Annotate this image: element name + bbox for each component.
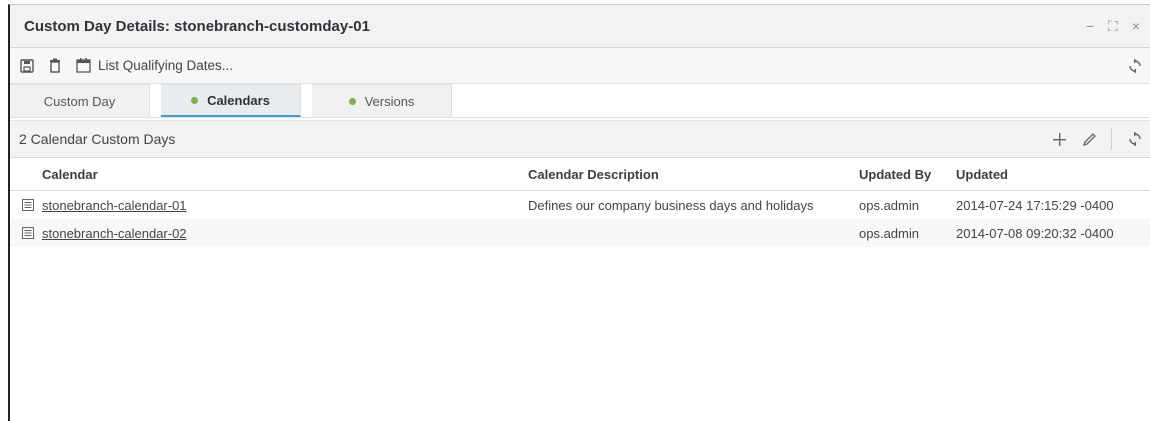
refresh-icon (1129, 58, 1141, 73)
section-title: 2 Calendar Custom Days (19, 131, 176, 147)
calendars-section-header: 2 Calendar Custom Days (10, 120, 1150, 158)
list-qualifying-dates-button[interactable]: List Qualifying Dates... (76, 58, 233, 73)
description-cell: Defines our company business days and ho… (528, 197, 814, 213)
row-icon-cell (10, 191, 42, 220)
header-icon-cell (10, 158, 42, 191)
close-icon[interactable]: × (1132, 18, 1140, 35)
calendars-table: Calendar Calendar Description Updated By… (10, 158, 1150, 247)
list-qualifying-dates-label: List Qualifying Dates... (98, 58, 234, 73)
divider (1111, 128, 1112, 150)
table-header-row: Calendar Calendar Description Updated By… (10, 158, 1150, 191)
tab-custom-day-label: Custom Day (43, 93, 116, 109)
tab-bar: Custom Day Calendars Versions (10, 84, 1150, 118)
table-row[interactable]: stonebranch-calendar-02 ops.admin 2014-0… (10, 219, 1150, 247)
add-button[interactable] (1053, 132, 1066, 146)
trash-icon (50, 58, 60, 73)
delete-button[interactable] (48, 58, 62, 73)
calendar-record-icon (22, 227, 34, 239)
calendar-icon (76, 58, 91, 73)
section-actions (1037, 128, 1150, 150)
edit-button[interactable] (1082, 132, 1097, 147)
calendar-record-icon (22, 199, 34, 211)
save-icon (20, 58, 34, 73)
edit-icon (1082, 132, 1096, 146)
minimize-icon[interactable]: − (1086, 18, 1094, 35)
updated-by-cell: ops.admin (859, 219, 956, 247)
window-title: Custom Day Details: stonebranch-customda… (24, 17, 370, 35)
add-icon (1053, 132, 1066, 146)
header-calendar-description[interactable]: Calendar Description (528, 158, 859, 191)
toolbar: List Qualifying Dates... (10, 48, 1150, 84)
header-updated-by[interactable]: Updated By (859, 158, 956, 191)
status-dot-icon (191, 96, 199, 104)
custom-day-details-window: Custom Day Details: stonebranch-customda… (8, 4, 1150, 421)
calendar-cell: stonebranch-calendar-01 (42, 191, 528, 220)
maximize-icon[interactable]: ⛶ (1108, 18, 1118, 35)
header-updated[interactable]: Updated (956, 158, 1150, 191)
row-icon-cell (10, 219, 42, 247)
save-button[interactable] (20, 58, 34, 73)
window-titlebar: Custom Day Details: stonebranch-customda… (10, 5, 1150, 48)
tab-calendars[interactable]: Calendars (161, 84, 301, 117)
tab-custom-day[interactable]: Custom Day (10, 84, 150, 117)
calendar-link[interactable]: stonebranch-calendar-01 (42, 198, 187, 213)
updated-by-cell: ops.admin (859, 197, 919, 213)
updated-cell: 2014-07-24 17:15:29 -0400 (956, 197, 1114, 213)
window-controls: − ⛶ × (1086, 18, 1150, 35)
header-calendar[interactable]: Calendar (42, 158, 528, 191)
calendar-cell: stonebranch-calendar-02 (42, 219, 528, 247)
description-cell (528, 219, 859, 247)
refresh-icon (1129, 131, 1141, 147)
updated-cell: 2014-07-08 09:20:32 -0400 (956, 219, 1150, 247)
tab-calendars-label: Calendars (207, 92, 270, 108)
tab-versions-label: Versions (364, 93, 415, 109)
window-refresh-button[interactable] (1128, 58, 1142, 74)
section-refresh-button[interactable] (1128, 131, 1142, 147)
calendar-link[interactable]: stonebranch-calendar-02 (42, 226, 187, 241)
status-dot-icon (348, 97, 356, 105)
table-row[interactable]: stonebranch-calendar-01 Defines our comp… (10, 191, 1150, 220)
tab-versions[interactable]: Versions (312, 84, 452, 117)
